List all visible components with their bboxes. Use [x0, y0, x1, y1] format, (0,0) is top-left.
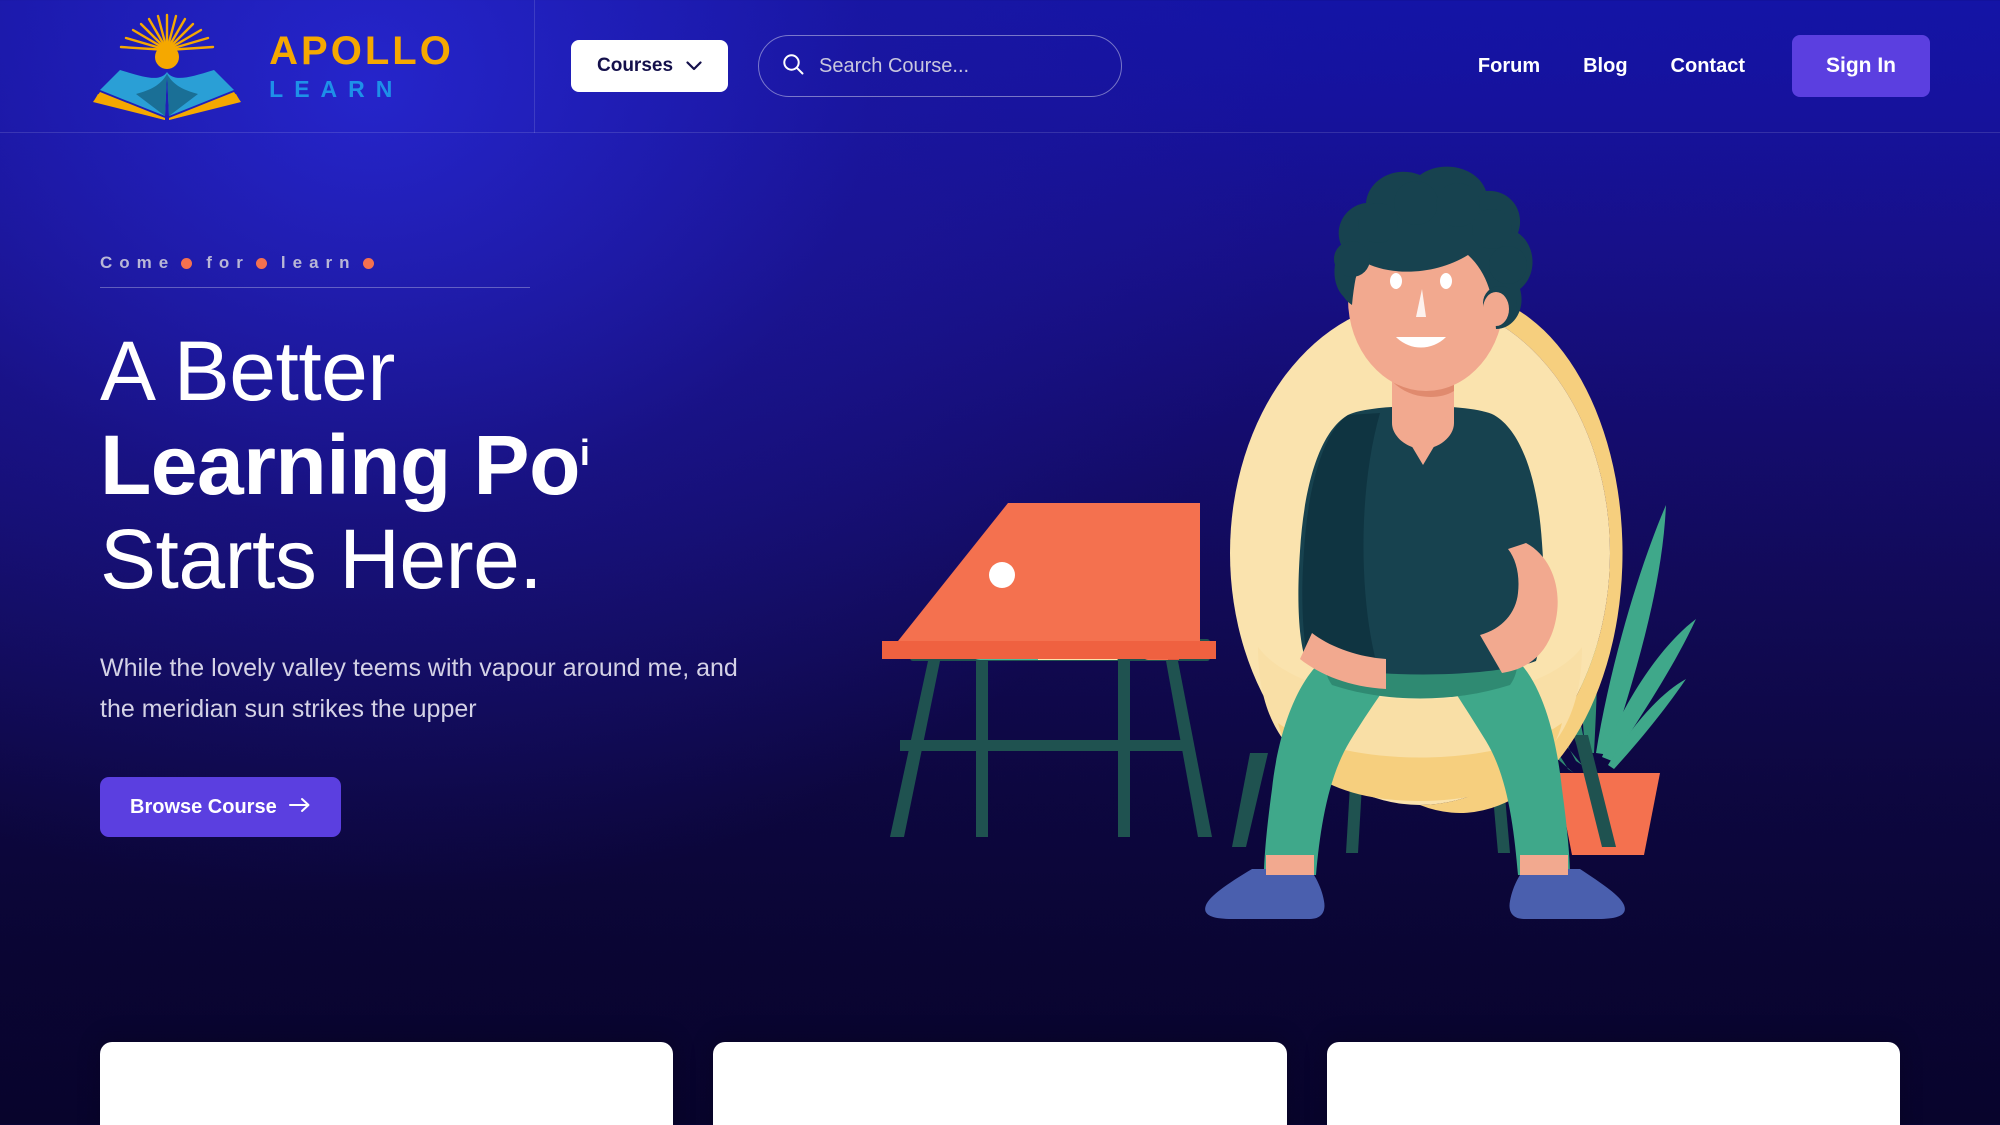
- eyebrow-dot-icon: [362, 257, 374, 269]
- primary-navigation: Forum Blog Contact Sign In: [1478, 35, 1930, 97]
- feature-card-earn-a-certificate[interactable]: Earn a Certificate: [713, 1042, 1287, 1125]
- brand-name-top: APOLLO: [269, 29, 454, 73]
- hero-copy: Come for learn A Better Learning Poi Sta…: [100, 253, 820, 838]
- brand-wordmark: APOLLO LEARN: [269, 31, 454, 101]
- browse-course-button[interactable]: Browse Course: [100, 777, 341, 838]
- site-header: APOLLO LEARN Courses Forum: [0, 0, 2000, 133]
- brand-logo[interactable]: APOLLO LEARN: [80, 12, 454, 120]
- arrow-right-icon: [288, 796, 311, 819]
- sign-in-button[interactable]: Sign In: [1792, 35, 1930, 97]
- nav-link-blog[interactable]: Blog: [1583, 55, 1627, 78]
- hero-illustration: [880, 113, 2000, 943]
- eyebrow-word-2: for: [206, 253, 250, 272]
- feature-cards-row: Learn From Experts Earn a Certificate 50…: [100, 1042, 1900, 1125]
- feature-card-5000-plus-courses[interactable]: 5000+ Courses: [1326, 1042, 1900, 1125]
- sunburst-open-book-logo-icon: [80, 12, 255, 120]
- courses-dropdown-button[interactable]: Courses: [571, 40, 729, 92]
- eyebrow-dot-icon: [255, 257, 267, 269]
- brand-name-bottom: LEARN: [269, 76, 404, 102]
- chevron-down-icon: [686, 61, 702, 71]
- feature-card-learn-from-experts[interactable]: Learn From Experts: [100, 1042, 674, 1125]
- search-box[interactable]: [758, 35, 1123, 97]
- eyebrow-word-3: learn: [280, 253, 357, 272]
- hero-section: Come for learn A Better Learning Poi Sta…: [0, 133, 2000, 919]
- nav-link-contact[interactable]: Contact: [1671, 55, 1745, 78]
- hero-subtext: While the lovely valley teems with vapou…: [100, 654, 738, 723]
- header-left-controls: Courses: [571, 35, 1123, 97]
- headline-typing-tail: i: [579, 432, 590, 474]
- hero-eyebrow-wrap: Come for learn: [100, 253, 530, 288]
- search-icon: [781, 52, 805, 81]
- headline-line-3: Starts Here.: [100, 512, 543, 607]
- headline-line-1: A Better: [100, 324, 395, 418]
- nav-link-forum[interactable]: Forum: [1478, 55, 1540, 78]
- eyebrow-dot-icon: [181, 257, 193, 269]
- search-input[interactable]: [819, 54, 1100, 78]
- hero-headline: A Better Learning Poi Starts Here.: [100, 324, 820, 606]
- eyebrow-word-1: Come: [100, 253, 176, 272]
- hero-eyebrow: Come for learn: [100, 253, 530, 273]
- logo-zone: APOLLO LEARN: [0, 0, 535, 133]
- courses-dropdown-label: Courses: [597, 55, 674, 76]
- headline-line-2: Learning Po: [100, 418, 580, 513]
- browse-course-label: Browse Course: [130, 795, 277, 818]
